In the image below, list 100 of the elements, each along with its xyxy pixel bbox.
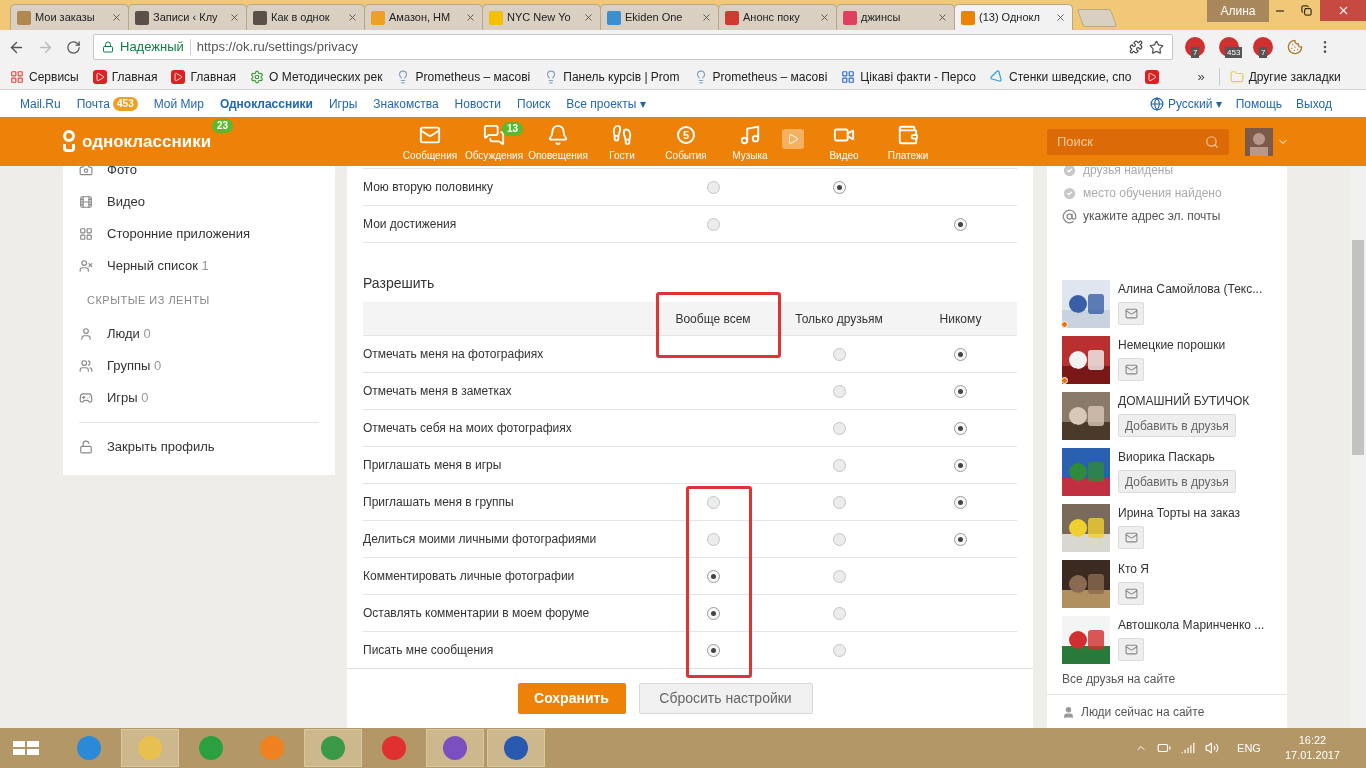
portal-link[interactable]: Мой Мир: [153, 94, 204, 113]
reset-button[interactable]: Сбросить настройки: [638, 683, 813, 714]
radio-button[interactable]: [954, 532, 967, 546]
sidebar-item[interactable]: Черный список 1: [79, 250, 319, 282]
sidebar-item[interactable]: Люди 0: [79, 318, 319, 350]
more-bookmarks-button[interactable]: »: [1197, 66, 1205, 87]
radio-button[interactable]: [706, 495, 720, 509]
portal-link[interactable]: Выход: [1296, 94, 1332, 113]
bookmark[interactable]: Цікаві факти - Персо: [841, 67, 977, 86]
portal-link[interactable]: Знакомства: [373, 94, 439, 113]
avatar-icon[interactable]: [1245, 128, 1273, 156]
radio-button[interactable]: [832, 180, 846, 194]
message-button[interactable]: [1118, 302, 1144, 325]
browser-tab[interactable]: Ekiden One: [600, 4, 719, 30]
radio-button[interactable]: [832, 569, 846, 583]
message-button[interactable]: [1118, 582, 1144, 605]
count-badge: 23: [212, 118, 234, 133]
restore-icon: [1301, 5, 1312, 16]
bookmark[interactable]: Prometheus – масові: [396, 67, 531, 86]
play-icon[interactable]: [782, 129, 804, 149]
profile-hint: место обучения найдено: [1083, 185, 1222, 202]
radio-button[interactable]: [954, 421, 967, 435]
browser-tab[interactable]: (13) Однокл: [954, 4, 1073, 30]
taskbar-button[interactable]: [426, 729, 484, 767]
portal-link[interactable]: Почта 453: [76, 94, 138, 113]
radio-button[interactable]: [954, 347, 967, 361]
sidebar-item[interactable]: Видео: [79, 186, 319, 218]
radio-button[interactable]: [706, 532, 720, 546]
radio-button[interactable]: [832, 643, 846, 657]
radio-button[interactable]: [832, 384, 846, 398]
extension-icon[interactable]: 7: [1253, 37, 1273, 57]
portal-link[interactable]: Поиск: [517, 94, 551, 113]
address-field[interactable]: Надежный https://ok.ru/settings/privacy: [93, 34, 1173, 60]
message-button[interactable]: [1118, 526, 1144, 549]
extension-badge: 453: [1225, 47, 1243, 58]
radio-button[interactable]: [832, 458, 846, 472]
sidebar-item[interactable]: Закрыть профиль: [79, 431, 319, 463]
extension-icon[interactable]: 453: [1219, 37, 1239, 57]
bookmark[interactable]: Главная: [92, 67, 158, 86]
taskbar-button[interactable]: [304, 729, 362, 767]
radio-button[interactable]: [706, 569, 720, 583]
music-note-icon: [739, 124, 761, 146]
bookmark[interactable]: Стенки шведские, спо: [990, 67, 1132, 86]
portal-link[interactable]: Русский ▾: [1167, 94, 1222, 113]
camera-icon: [79, 166, 93, 177]
radio-button[interactable]: [954, 384, 967, 398]
friend-name[interactable]: Виорика Паскарь: [1118, 448, 1236, 466]
portal-link[interactable]: Новости: [454, 94, 501, 113]
friend-name[interactable]: Ирина Торты на заказ: [1118, 504, 1240, 522]
radio-button[interactable]: [706, 643, 720, 657]
browser-tab[interactable]: Амазон, НМ: [364, 4, 483, 30]
radio-button[interactable]: [832, 347, 846, 361]
portal-link[interactable]: Помощь: [1235, 94, 1283, 113]
friend-name[interactable]: Кто Я: [1118, 560, 1150, 578]
message-button[interactable]: [1118, 358, 1144, 381]
radio-button[interactable]: [706, 180, 720, 194]
browser-tab[interactable]: NYC New Yo: [482, 4, 601, 30]
portal-link[interactable]: Игры: [328, 94, 358, 113]
people-online-link[interactable]: Люди сейчас на сайте: [1081, 703, 1205, 721]
browser-tab[interactable]: Анонс поку: [718, 4, 837, 30]
browser-tab[interactable]: Мои заказы: [10, 4, 129, 30]
bookmark[interactable]: Сервисы: [10, 67, 79, 86]
bookmark[interactable]: Главная: [171, 67, 237, 86]
sidebar-item[interactable]: Игры 0: [79, 382, 319, 414]
message-button[interactable]: [1118, 638, 1144, 661]
radio-button[interactable]: [954, 495, 967, 509]
bookmark[interactable]: О Методических рек: [250, 67, 383, 86]
radio-button[interactable]: [954, 217, 967, 231]
sidebar-item[interactable]: Сторонние приложения: [79, 218, 319, 250]
radio-button[interactable]: [706, 217, 720, 231]
new-tab-button[interactable]: [1076, 9, 1118, 27]
video-icon: [92, 69, 107, 84]
radio-button[interactable]: [954, 458, 967, 472]
friend-name[interactable]: Алина Самойлова (Текс...: [1118, 280, 1263, 298]
bookmark[interactable]: Prometheus – масові: [693, 67, 828, 86]
radio-button[interactable]: [832, 532, 846, 546]
friend-name[interactable]: ДОМАШНИЙ БУТИЧОК: [1118, 392, 1250, 410]
radio-button[interactable]: [706, 606, 720, 620]
browser-tab[interactable]: Как в однок: [246, 4, 365, 30]
add-friend-button[interactable]: Добавить в друзья: [1118, 414, 1236, 437]
portal-link[interactable]: Mail.Ru: [20, 94, 61, 113]
add-friend-button[interactable]: Добавить в друзья: [1118, 470, 1236, 493]
radio-button[interactable]: [832, 495, 846, 509]
radio-button[interactable]: [832, 606, 846, 620]
friend-name[interactable]: Немецкие порошки: [1118, 336, 1226, 354]
radio-button[interactable]: [832, 421, 846, 435]
bookmark[interactable]: Панель курсів | Prom: [544, 67, 680, 86]
section-title: Разрешить: [363, 274, 436, 293]
scrollbar[interactable]: [1350, 166, 1366, 728]
extension-icon[interactable]: 7: [1185, 37, 1205, 57]
portal-link[interactable]: Одноклассники: [219, 94, 313, 113]
taskbar-button[interactable]: [487, 729, 545, 767]
bookmark-folder[interactable]: Другие закладки: [1218, 67, 1341, 86]
portal-link[interactable]: Все проекты ▾: [566, 94, 646, 113]
all-friends-link[interactable]: Все друзья на сайте: [1062, 670, 1272, 688]
friend-name[interactable]: Автошкола Маринченко ...: [1118, 616, 1265, 634]
sidebar-item[interactable]: Фото: [79, 166, 319, 186]
browser-tab[interactable]: джинсы: [836, 4, 955, 30]
browser-tab[interactable]: Записи ‹ Клу: [128, 4, 247, 30]
sidebar-item[interactable]: Группы 0: [79, 350, 319, 382]
